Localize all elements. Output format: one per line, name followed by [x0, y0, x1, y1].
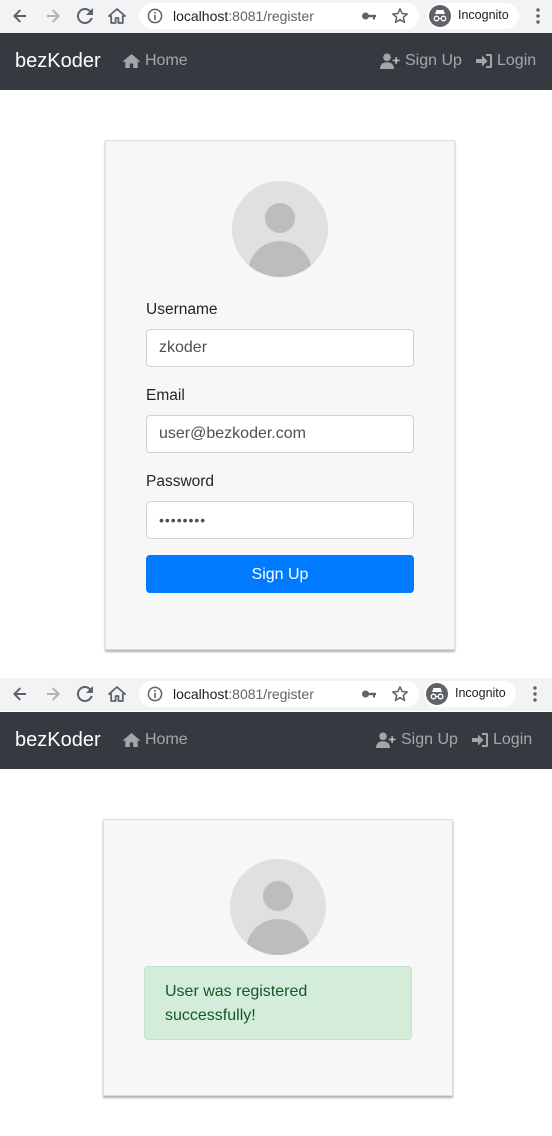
incognito-label: Incognito [458, 8, 509, 22]
nav-login-link[interactable]: Login [471, 731, 532, 749]
key-icon[interactable] [361, 8, 377, 24]
key-icon[interactable] [361, 686, 377, 702]
address-bar[interactable]: localhost:8081/register [139, 681, 419, 707]
browser-toolbar: localhost:8081/register Incognito [0, 0, 552, 33]
star-icon[interactable] [391, 685, 409, 703]
password-label: Password [146, 473, 215, 490]
navbar: bezKoder Home Sign Up Login [0, 712, 552, 769]
profile-avatar-icon [232, 181, 328, 277]
nav-login-label: Login [497, 52, 537, 69]
url-text: localhost:8081/register [173, 8, 314, 24]
brand-logo[interactable]: bezKoder [15, 729, 101, 752]
incognito-label: Incognito [455, 686, 506, 700]
nav-signup-link[interactable]: Sign Up [380, 52, 462, 70]
info-icon[interactable] [147, 8, 163, 24]
signup-button[interactable]: Sign Up [146, 555, 414, 593]
browser-toolbar: localhost:8081/register Incognito [0, 678, 552, 711]
username-input[interactable]: zkoder [146, 329, 414, 367]
user-plus-icon [376, 732, 396, 748]
success-alert: User was registered successfully! [144, 966, 412, 1040]
screenshot-register-form: localhost:8081/register Incognito bezKod… [0, 0, 552, 675]
nav-home-link[interactable]: Home [122, 731, 188, 749]
nav-home-link[interactable]: Home [122, 52, 188, 70]
email-input[interactable]: user@bezkoder.com [146, 415, 414, 453]
incognito-badge[interactable]: Incognito [424, 681, 516, 707]
brand-logo[interactable]: bezKoder [15, 50, 101, 73]
nav-login-label: Login [493, 731, 533, 748]
nav-home-label: Home [145, 731, 188, 748]
success-card: User was registered successfully! [103, 819, 453, 1096]
incognito-icon [426, 683, 448, 705]
sign-in-icon [476, 54, 492, 68]
home-icon[interactable] [105, 4, 129, 28]
info-icon[interactable] [147, 686, 163, 702]
sign-in-icon [472, 733, 488, 747]
reload-icon[interactable] [73, 4, 97, 28]
nav-signup-label: Sign Up [401, 731, 458, 748]
password-input[interactable]: •••••••• [146, 501, 414, 539]
address-bar[interactable]: localhost:8081/register [139, 3, 419, 29]
nav-signup-label: Sign Up [405, 52, 462, 69]
url-text: localhost:8081/register [173, 686, 314, 702]
menu-kebab-icon[interactable] [528, 684, 542, 704]
star-icon[interactable] [391, 7, 409, 25]
profile-avatar-icon [230, 859, 326, 955]
navbar: bezKoder Home Sign Up Login [0, 33, 552, 90]
menu-kebab-icon[interactable] [531, 6, 545, 26]
forward-arrow-icon[interactable] [41, 4, 65, 28]
reload-icon[interactable] [73, 682, 97, 706]
email-label: Email [146, 387, 185, 404]
incognito-icon [429, 5, 451, 27]
register-card: Username zkoder Email user@bezkoder.com … [105, 140, 455, 650]
back-arrow-icon[interactable] [8, 4, 32, 28]
home-icon [123, 733, 140, 747]
home-icon[interactable] [105, 682, 129, 706]
nav-home-label: Home [145, 52, 188, 69]
nav-signup-link[interactable]: Sign Up [376, 731, 458, 749]
nav-login-link[interactable]: Login [475, 52, 536, 70]
incognito-badge[interactable]: Incognito [427, 3, 519, 29]
screenshot-register-success: localhost:8081/register Incognito bezKod… [0, 678, 552, 1136]
user-plus-icon [380, 53, 400, 69]
back-arrow-icon[interactable] [8, 682, 32, 706]
home-icon [123, 54, 140, 68]
forward-arrow-icon[interactable] [41, 682, 65, 706]
username-label: Username [146, 301, 218, 318]
